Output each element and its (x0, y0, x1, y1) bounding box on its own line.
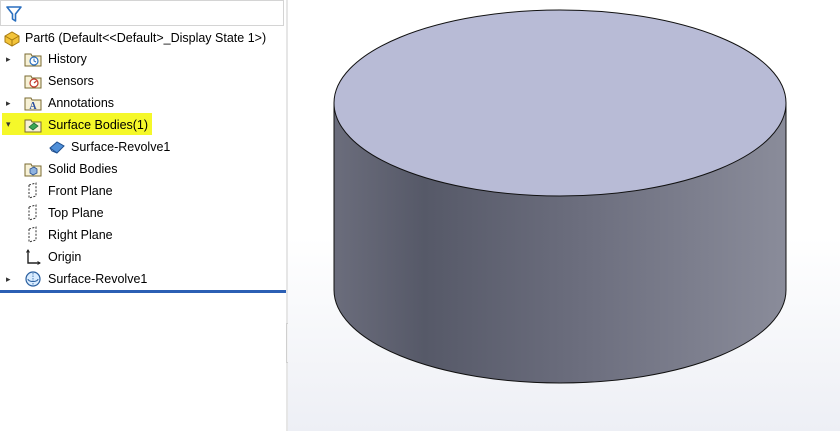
tree-item-label: Right Plane (48, 228, 113, 242)
tree-item-surface-body[interactable]: Surface-Revolve1 (0, 136, 284, 158)
plane-icon (28, 226, 37, 243)
part-icon (4, 31, 20, 47)
tree-item-label: Surface-Revolve1 (48, 272, 148, 286)
tree-item-solid-bodies[interactable]: Solid Bodies (0, 158, 284, 180)
tree-item-history[interactable]: ▸ History (0, 48, 284, 70)
cylinder-top-face[interactable] (333, 9, 787, 197)
tree-bottom-divider (0, 290, 286, 293)
tree-item-label: Sensors (48, 74, 94, 88)
tree-item-label: Annotations (48, 96, 115, 110)
part-root-label: Part6 (Default<<Default>_Display State 1… (25, 31, 267, 45)
tree-item-origin[interactable]: Origin (0, 246, 284, 268)
tree-item-right-plane[interactable]: Right Plane (0, 224, 284, 246)
tree-item-annotations[interactable]: ▸ A Annotations (0, 92, 284, 114)
solid-bodies-folder-icon (24, 163, 42, 177)
tree-item-sensors[interactable]: Sensors (0, 70, 284, 92)
svg-text:A: A (29, 101, 37, 112)
plane-icon (28, 204, 37, 221)
tree-item-label: Origin (48, 250, 82, 264)
tree-item-label: Surface Bodies(1) (48, 118, 149, 132)
surface-body-icon (49, 141, 65, 154)
origin-icon (26, 249, 41, 265)
feature-manager-tree: Part6 (Default<<Default>_Display State 1… (0, 0, 286, 431)
collapse-arrow-icon[interactable]: ▾ (6, 119, 14, 129)
annotations-folder-icon: A (24, 97, 42, 112)
tree-item-label: Top Plane (48, 206, 104, 220)
filter-icon[interactable] (6, 5, 22, 23)
revolve-feature-icon (25, 271, 41, 287)
history-folder-icon (24, 53, 42, 67)
sensors-folder-icon (24, 75, 42, 89)
tree-item-front-plane[interactable]: Front Plane (0, 180, 284, 202)
tree-item-top-plane[interactable]: Top Plane (0, 202, 284, 224)
tree-item-surface-bodies[interactable]: ▾ Surface Bodies(1) (0, 114, 284, 136)
expand-arrow-icon[interactable]: ▸ (6, 274, 14, 284)
tree-item-label: Surface-Revolve1 (71, 140, 171, 154)
surface-bodies-folder-icon (24, 119, 42, 133)
tree-item-label: Solid Bodies (48, 162, 118, 176)
tree-item-surface-revolve[interactable]: ▸ Surface-Revolve1 (0, 268, 284, 290)
expand-arrow-icon[interactable]: ▸ (6, 98, 14, 108)
tree-filter-bar[interactable] (0, 0, 284, 26)
expand-arrow-icon[interactable]: ▸ (6, 54, 14, 64)
graphics-viewport[interactable] (288, 0, 840, 431)
plane-icon (28, 182, 37, 199)
tree-item-label: Front Plane (48, 184, 113, 198)
cylinder-model[interactable] (288, 0, 840, 431)
tree-item-label: History (48, 52, 87, 66)
